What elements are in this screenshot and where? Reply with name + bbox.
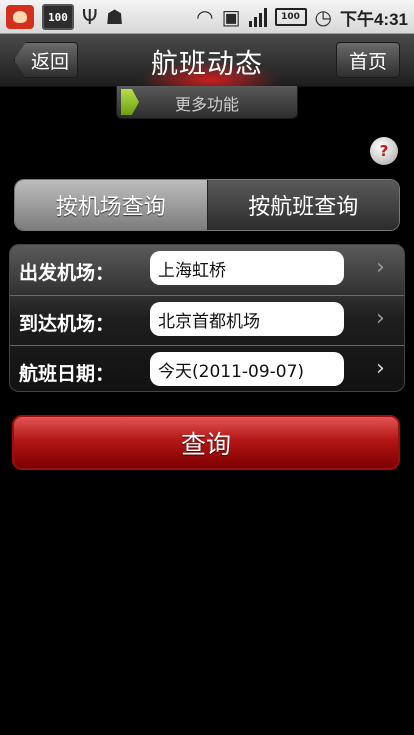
chevron-right-icon: › (376, 356, 385, 381)
wifi-icon: ◠ (196, 5, 214, 29)
departure-row[interactable]: 出发机场： 上海虹桥 › (10, 245, 404, 294)
home-button[interactable]: 首页 (336, 42, 400, 78)
battery-notification-icon: 100 (42, 4, 74, 30)
usb-icon: Ψ (81, 5, 98, 29)
more-functions-label: 更多功能 (175, 95, 240, 114)
battery-level-text: 100 (281, 12, 300, 22)
battery-icon: 100 (274, 8, 307, 26)
departure-field[interactable]: 上海虹桥 (150, 251, 344, 285)
help-icon[interactable]: ? (370, 137, 398, 165)
query-mode-tabs: 按机场查询 按航班查询 (14, 179, 400, 231)
app-notification-icon (6, 5, 34, 29)
pull-tab-arrow-icon (121, 89, 139, 115)
signal-icon (248, 7, 267, 27)
more-functions-tab[interactable]: 更多功能 (116, 86, 298, 119)
battery-notification-text: 100 (48, 10, 68, 24)
title-bar: 航班动态 返回 首页 (0, 34, 414, 87)
date-field[interactable]: 今天(2011-09-07) (150, 352, 344, 386)
status-bar: 100 Ψ ☗ ◠ ▣ 100 ◷ 下午4:31 (0, 0, 414, 34)
back-button[interactable]: 返回 (14, 42, 78, 78)
query-button[interactable]: 查询 (12, 415, 400, 470)
arrival-row[interactable]: 到达机场： 北京首都机场 › (10, 295, 404, 345)
departure-label: 出发机场： (19, 262, 115, 284)
date-label: 航班日期： (19, 363, 115, 385)
status-time: 下午4:31 (339, 9, 408, 29)
android-icon: ☗ (105, 5, 124, 29)
status-right: ◠ ▣ 100 ◷ 下午4:31 (196, 4, 408, 30)
chevron-right-icon: › (376, 255, 385, 280)
sdcard-icon: ▣ (221, 5, 241, 29)
tab-by-flight[interactable]: 按航班查询 (206, 180, 399, 230)
chevron-right-icon: › (376, 306, 385, 331)
date-row[interactable]: 航班日期： 今天(2011-09-07) › (10, 345, 404, 391)
arrival-label: 到达机场： (19, 313, 115, 335)
alarm-icon: ◷ (314, 5, 332, 29)
tab-by-airport[interactable]: 按机场查询 (15, 180, 207, 230)
search-form: 出发机场： 上海虹桥 › 到达机场： 北京首都机场 › 航班日期： 今天(201… (9, 244, 405, 392)
status-left: 100 Ψ ☗ (6, 4, 124, 30)
arrival-field[interactable]: 北京首都机场 (150, 302, 344, 336)
